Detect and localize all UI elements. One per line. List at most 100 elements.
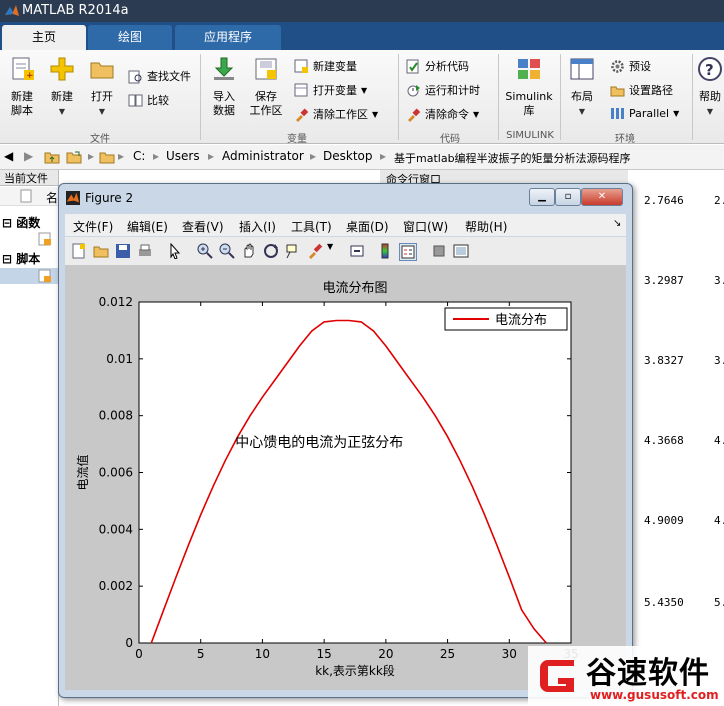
group-label-code: 代码 — [440, 134, 460, 145]
path-segment[interactable]: Desktop — [323, 149, 373, 163]
brush-icon[interactable] — [307, 243, 323, 259]
zoom-out-icon[interactable] — [219, 243, 235, 259]
set-path-label: 设置路径 — [629, 84, 673, 97]
command-window-output: 2.7646 2. 3.2987 3. 3.8327 3. 4.3668 4. … — [628, 170, 724, 706]
run-time-icon — [407, 84, 420, 96]
path-segment[interactable]: C: — [133, 149, 145, 163]
y-tick-label: 0.01 — [106, 352, 133, 366]
clear-commands-button[interactable]: 清除命令 ▼ — [406, 106, 479, 122]
save-icon[interactable] — [115, 243, 131, 259]
dock-arrow-icon[interactable]: ↘ — [613, 218, 621, 229]
new-button[interactable]: 新建 ▼ — [44, 56, 80, 119]
save-workspace-button[interactable]: 保存 工作区 — [246, 56, 286, 118]
legend[interactable]: 电流分布 — [444, 307, 568, 331]
menu-view[interactable]: 查看(V) — [182, 218, 224, 235]
browse-folder-icon[interactable] — [66, 149, 82, 165]
run-and-time-button[interactable]: 运行和计时 — [406, 82, 480, 98]
ribbon-separator — [398, 54, 399, 140]
x-tick-label: 5 — [197, 647, 205, 661]
preferences-button[interactable]: 预设 — [610, 58, 651, 74]
find-files-button[interactable]: 查找文件 — [128, 68, 191, 84]
legend-icon[interactable] — [399, 243, 417, 261]
menu-help[interactable]: 帮助(H) — [465, 218, 507, 235]
pointer-icon[interactable] — [167, 243, 183, 259]
colorbar-icon[interactable] — [377, 243, 393, 259]
set-path-button[interactable]: 设置路径 — [610, 82, 673, 98]
x-tick-label: 0 — [135, 647, 143, 661]
tab-plots[interactable]: 绘图 — [88, 25, 172, 50]
new-variable-button[interactable]: 新建变量 — [294, 58, 357, 74]
path-segment[interactable]: Users — [166, 149, 200, 163]
parallel-button[interactable]: Parallel ▼ — [610, 106, 679, 121]
menu-tools[interactable]: 工具(T) — [291, 218, 332, 235]
print-icon[interactable] — [137, 243, 153, 259]
menu-desktop[interactable]: 桌面(D) — [346, 218, 389, 235]
menu-window[interactable]: 窗口(W) — [403, 218, 448, 235]
figure-canvas[interactable]: 0510152025303500.0020.0040.0060.0080.010… — [65, 266, 626, 690]
figure-menu-bar: 文件(F) 编辑(E) 查看(V) 插入(I) 工具(T) 桌面(D) 窗口(W… — [65, 214, 626, 236]
y-tick-label: 0.002 — [99, 579, 133, 593]
selected-file-row[interactable] — [0, 268, 58, 284]
zoom-in-icon[interactable] — [197, 243, 213, 259]
new-script-label: 新建 脚本 — [11, 90, 33, 117]
functions-group[interactable]: ⊟ 函数 — [2, 214, 40, 231]
ribbon-separator — [692, 54, 693, 140]
matlab-logo-icon — [66, 191, 80, 205]
output-value: 2. — [714, 194, 724, 207]
hide-plot-tools-icon[interactable] — [431, 243, 447, 259]
back-icon[interactable]: ◀ — [4, 149, 13, 163]
chevron-down-icon[interactable]: ▼ — [327, 242, 333, 251]
functions-label: 函数 — [16, 216, 41, 230]
open-button[interactable]: 打开 ▼ — [84, 56, 120, 119]
data-cursor-icon[interactable] — [285, 243, 301, 259]
help-button[interactable]: ? 帮助 ▼ — [696, 56, 724, 119]
tab-apps[interactable]: 应用程序 — [175, 25, 281, 50]
simulink-library-button[interactable]: Simulink 库 — [502, 56, 556, 118]
new-script-button[interactable]: + 新建 脚本 — [4, 56, 40, 118]
figure-window[interactable]: Figure 2 ▁ ▫ ✕ 文件(F) 编辑(E) 查看(V) 插入(I) 工… — [58, 183, 633, 698]
open-variable-button[interactable]: 打开变量 ▼ — [294, 82, 367, 98]
rotate-3d-icon[interactable] — [263, 243, 279, 259]
compare-button[interactable]: 比较 — [128, 92, 169, 108]
chart-annotation: 中心馈电的电流为正弦分布 — [235, 435, 403, 451]
find-files-label: 查找文件 — [147, 70, 191, 83]
output-value: 5. — [714, 596, 724, 609]
maximize-button[interactable]: ▫ — [555, 188, 581, 206]
legend-entry: 电流分布 — [495, 313, 547, 328]
new-variable-label: 新建变量 — [313, 60, 357, 73]
layout-button[interactable]: 布局 ▼ — [564, 56, 600, 119]
up-folder-icon[interactable] — [44, 149, 60, 165]
analyze-code-button[interactable]: 分析代码 — [406, 58, 469, 74]
plot-svg[interactable]: 0510152025303500.0020.0040.0060.0080.010… — [65, 266, 626, 690]
scripts-group[interactable]: ⊟ 脚本 — [2, 250, 40, 267]
ribbon-separator — [200, 54, 201, 140]
figure-title-bar[interactable]: Figure 2 ▁ ▫ ✕ — [59, 184, 632, 212]
forward-icon[interactable]: ▶ — [24, 149, 33, 163]
menu-edit[interactable]: 编辑(E) — [127, 218, 168, 235]
show-plot-tools-icon[interactable] — [453, 243, 469, 259]
tab-home[interactable]: 主页 — [2, 25, 86, 50]
m-file-icon[interactable] — [38, 232, 52, 246]
watermark-brand: 谷速软件 — [586, 656, 710, 691]
find-files-icon — [128, 70, 142, 83]
app-title: MATLAB R2014a — [22, 3, 129, 18]
clear-workspace-button[interactable]: 清除工作区 ▼ — [294, 106, 378, 122]
ribbon-separator — [560, 54, 561, 140]
path-separator: ▸ — [118, 149, 125, 163]
close-button[interactable]: ✕ — [581, 188, 623, 206]
path-segment[interactable]: Administrator — [222, 149, 304, 163]
import-data-button[interactable]: 导入 数据 — [206, 56, 242, 118]
new-figure-icon[interactable] — [71, 243, 87, 259]
menu-insert[interactable]: 插入(I) — [239, 218, 276, 235]
y-tick-label: 0.008 — [99, 409, 133, 423]
compare-icon — [128, 94, 143, 106]
pan-hand-icon[interactable] — [241, 243, 257, 259]
link-plot-icon[interactable] — [349, 243, 365, 259]
scripts-label: 脚本 — [16, 252, 41, 266]
open-file-icon[interactable] — [93, 243, 109, 259]
path-segment[interactable]: 基于matlab编程半波振子的矩量分析法源码程序 — [394, 150, 631, 166]
menu-file[interactable]: 文件(F) — [73, 218, 113, 235]
brush-icon — [296, 107, 309, 122]
path-separator: ▸ — [88, 149, 95, 163]
minimize-button[interactable]: ▁ — [529, 188, 555, 206]
